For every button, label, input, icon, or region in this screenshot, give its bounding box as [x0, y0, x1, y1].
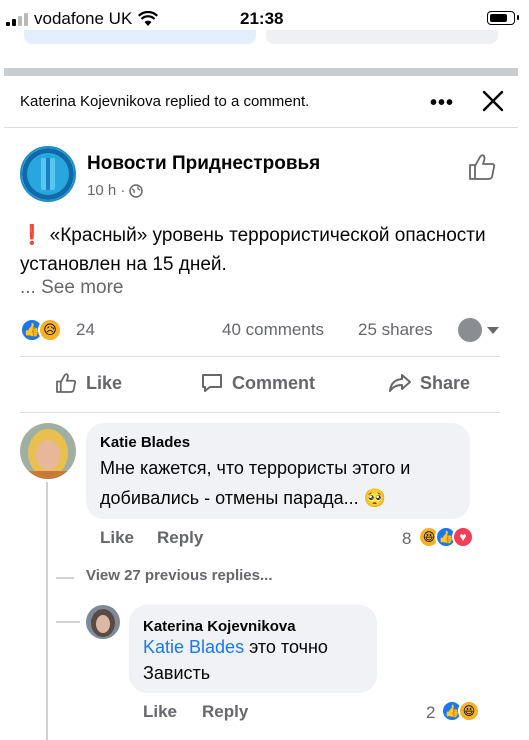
post-time: 10 h · — [87, 182, 126, 199]
close-icon[interactable] — [478, 86, 508, 116]
view-previous-replies-link[interactable]: View 27 previous replies... — [86, 567, 272, 584]
page-avatar[interactable] — [20, 146, 76, 202]
signal-icon — [6, 12, 28, 26]
battery-icon — [487, 11, 519, 25]
thread-connector — [56, 621, 80, 623]
reply-reactions[interactable]: 👍 😆 — [441, 700, 480, 722]
thread-line — [46, 482, 48, 560]
post-text: ❗ «Красный» уровень террористической опас… — [20, 221, 500, 279]
chevron-down-icon[interactable] — [487, 327, 499, 334]
like-button[interactable]: Like — [54, 371, 122, 395]
reaction-icons[interactable]: 👍 😥 — [20, 318, 62, 342]
notification-text: Katerina Kojevnikova replied to a commen… — [20, 93, 310, 110]
share-arrow-icon — [389, 374, 411, 392]
post-body: «Красный» уровень террористической опасн… — [20, 225, 486, 275]
love-reaction-icon: ♥ — [452, 526, 474, 548]
see-more-link[interactable]: ... See more — [20, 277, 124, 299]
comment-text: Мне кажется, что террористы этого и доби… — [100, 458, 411, 508]
reply-author[interactable]: Katerina Kojevnikova — [143, 618, 296, 635]
page-logo — [22, 148, 74, 200]
reply-bubble: Katerina Kojevnikova Katie Blades это то… — [129, 605, 377, 693]
thread-line — [46, 560, 48, 740]
share-button[interactable]: Share — [388, 371, 470, 395]
avatar[interactable] — [86, 605, 120, 639]
sad-reaction-icon: 😥 — [38, 318, 62, 342]
globe-icon — [129, 183, 144, 198]
shares-count[interactable]: 25 shares — [358, 320, 433, 340]
exclamation-icon: ❗ — [20, 225, 44, 246]
comment-like-button[interactable]: Like — [100, 528, 134, 548]
like-label: Like — [86, 372, 123, 393]
viewer-avatar[interactable] — [458, 318, 482, 342]
previous-content-fragment — [266, 30, 498, 44]
carrier-name: vodafone UK — [34, 9, 133, 28]
page-name[interactable]: Новости Приднестровья — [87, 153, 320, 175]
comment-reaction-count: 8 — [402, 529, 412, 548]
comment-author[interactable]: Katie Blades — [100, 434, 190, 451]
reaction-count[interactable]: 24 — [76, 320, 95, 340]
status-time: 21:38 — [240, 9, 284, 28]
carrier-group: vodafone UK — [6, 9, 159, 29]
comment-bubble: Katie Blades Мне кажется, что террористы… — [86, 423, 470, 519]
pleading-emoji-icon: 🥺 — [363, 488, 387, 508]
reply-reaction-count: 2 — [426, 703, 436, 722]
reply-like-button[interactable]: Like — [143, 702, 177, 722]
comment-reply-button[interactable]: Reply — [157, 528, 203, 548]
post-meta: 10 h · — [87, 182, 144, 199]
notification-header: Katerina Kojevnikova replied to a commen… — [4, 78, 518, 128]
comment-label: Comment — [232, 372, 316, 393]
post-actions: Like Comment Share — [20, 356, 500, 413]
avatar[interactable] — [20, 423, 76, 479]
reply-text: Katie Blades это точно Зависть — [143, 637, 328, 683]
comment-button[interactable]: Comment — [200, 371, 315, 395]
share-label: Share — [420, 372, 471, 393]
reactions-summary: 👍 😥 24 40 comments 25 shares — [20, 318, 500, 344]
reply-reply-button[interactable]: Reply — [202, 702, 248, 722]
comment-reactions[interactable]: 😆 👍 ♥ — [418, 526, 474, 548]
like-thumb-icon — [56, 373, 77, 393]
comment-bubble-icon — [202, 374, 222, 392]
section-divider — [4, 68, 518, 76]
wifi-icon — [138, 11, 159, 26]
mention-link[interactable]: Katie Blades — [143, 637, 244, 657]
haha-reaction-icon: 😆 — [458, 700, 480, 722]
previous-content-fragment — [24, 30, 256, 44]
more-options-icon[interactable]: ••• — [430, 92, 454, 115]
thread-connector — [56, 577, 74, 579]
like-thumb-icon[interactable] — [466, 151, 498, 183]
comments-count[interactable]: 40 comments — [222, 320, 324, 340]
